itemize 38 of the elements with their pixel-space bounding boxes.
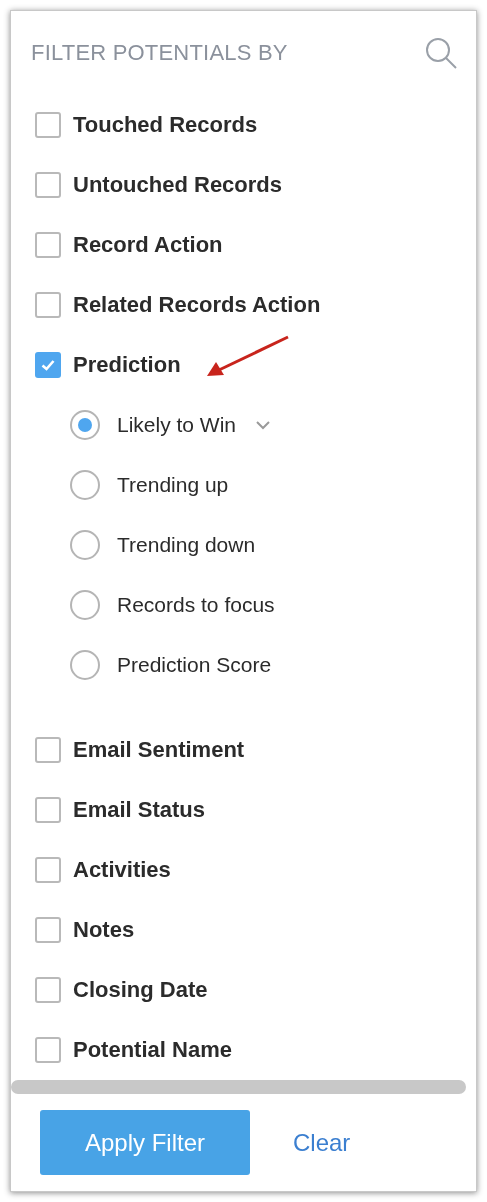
check-icon (41, 359, 55, 371)
checkbox[interactable] (35, 797, 61, 823)
filter-label[interactable]: Record Action (73, 232, 223, 258)
search-icon[interactable] (424, 36, 458, 70)
checkbox[interactable] (35, 292, 61, 318)
filter-label[interactable]: Potential Name (73, 1037, 232, 1063)
scrollbar[interactable] (11, 1080, 466, 1094)
filter-label[interactable]: Related Records Action (73, 292, 321, 318)
checkbox[interactable] (35, 172, 61, 198)
option-label[interactable]: Prediction Score (117, 653, 272, 677)
checkbox[interactable] (35, 977, 61, 1003)
filter-label[interactable]: Notes (73, 917, 135, 943)
filter-label[interactable]: Touched Records (73, 112, 258, 138)
checkbox[interactable] (35, 917, 61, 943)
option-label[interactable]: Trending up (117, 473, 229, 497)
filter-label[interactable]: Untouched Records (73, 172, 283, 198)
option-label[interactable]: Trending down (117, 533, 256, 557)
radio-button[interactable] (70, 470, 100, 500)
radio-button[interactable] (70, 590, 100, 620)
filter-label[interactable]: Email Status (73, 797, 206, 823)
radio-button[interactable] (70, 410, 100, 440)
checkbox[interactable] (35, 352, 61, 378)
filter-label[interactable]: Prediction (73, 352, 181, 378)
clear-link[interactable]: Clear (293, 1110, 351, 1175)
radio-button[interactable] (70, 530, 100, 560)
chevron-down-icon[interactable] (256, 420, 271, 430)
checkbox[interactable] (35, 112, 61, 138)
checkbox[interactable] (35, 1037, 61, 1063)
filter-label[interactable]: Activities (73, 857, 171, 883)
option-label[interactable]: Records to focus (117, 593, 275, 617)
filter-label[interactable]: Closing Date (73, 977, 208, 1003)
checkbox[interactable] (35, 737, 61, 763)
option-label[interactable]: Likely to Win (117, 413, 237, 437)
checkbox[interactable] (35, 857, 61, 883)
filter-label[interactable]: Email Sentiment (73, 737, 245, 763)
radio-button[interactable] (70, 650, 100, 680)
checkbox[interactable] (35, 232, 61, 258)
panel-title: FILTER POTENTIALS BY (31, 40, 288, 66)
